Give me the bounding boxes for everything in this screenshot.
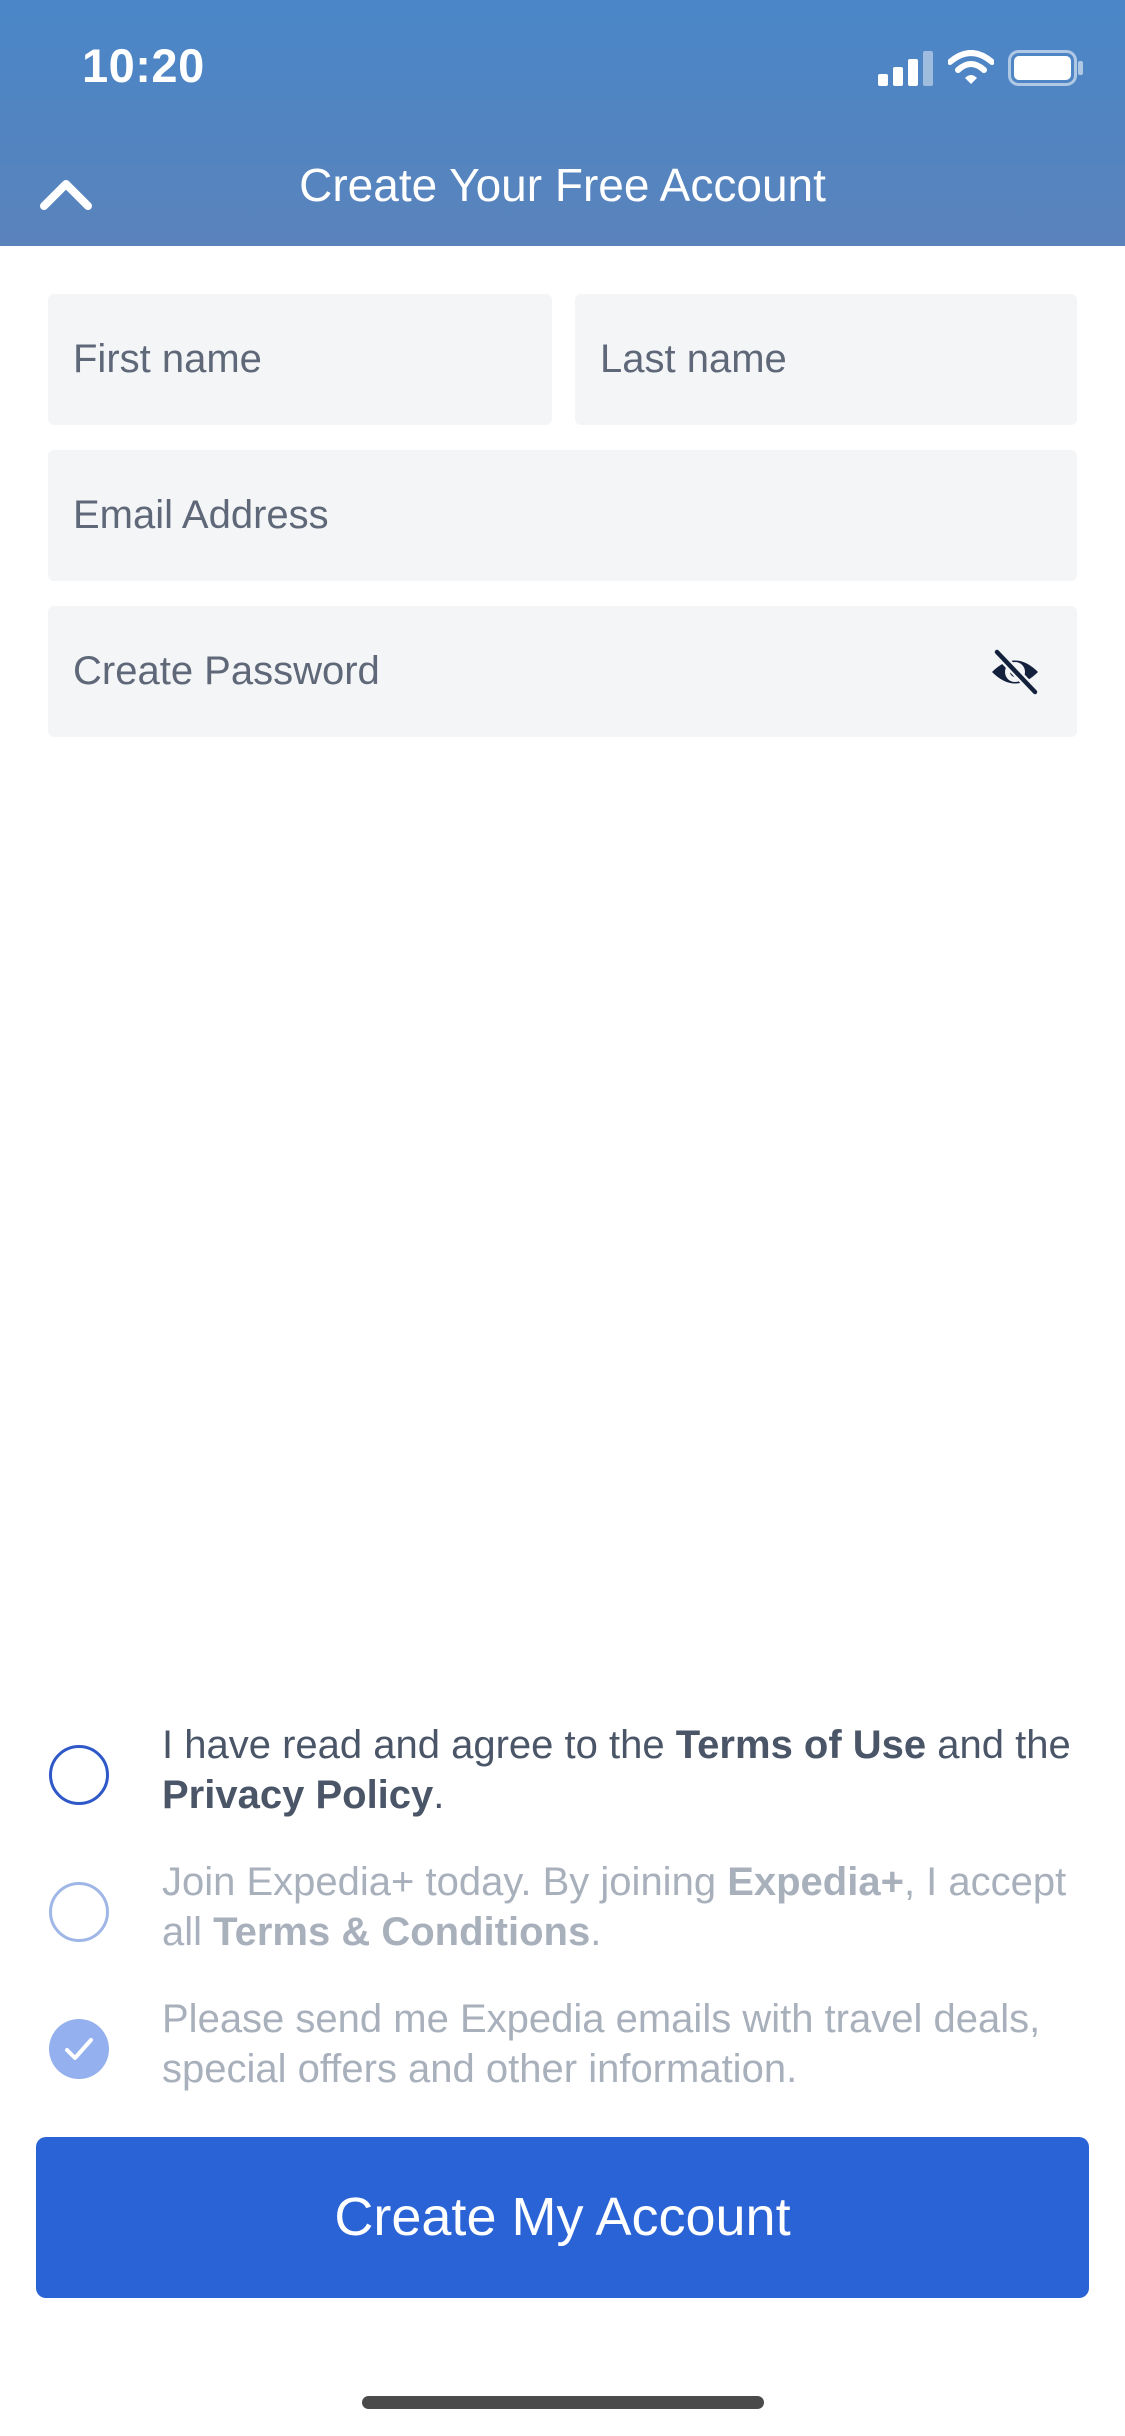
loyalty-checkbox[interactable] — [49, 1882, 109, 1942]
expedia-plus-link[interactable]: Expedia+ — [727, 1860, 904, 1904]
email-optin-text: Please send me Expedia emails with trave… — [162, 1997, 1041, 2091]
home-indicator[interactable] — [362, 2396, 764, 2409]
terms-of-use-link[interactable]: Terms of Use — [676, 1723, 926, 1767]
password-field[interactable] — [48, 606, 1077, 737]
first-name-input[interactable] — [73, 294, 527, 425]
terms-conditions-link[interactable]: Terms & Conditions — [213, 1910, 590, 1954]
terms-checkbox[interactable] — [49, 1745, 109, 1805]
status-time: 10:20 — [82, 39, 205, 92]
privacy-policy-link[interactable]: Privacy Policy — [162, 1773, 433, 1817]
create-account-button[interactable]: Create My Account — [36, 2137, 1089, 2298]
battery-icon — [1008, 50, 1083, 86]
checkmark-icon — [65, 2038, 93, 2060]
email-field[interactable] — [48, 450, 1077, 581]
first-name-field[interactable] — [48, 294, 552, 425]
signal-icon — [878, 51, 933, 86]
terms-agreement-text: I have read and agree to the Terms of Us… — [162, 1723, 1071, 1817]
email-input[interactable] — [73, 450, 1052, 581]
password-input[interactable] — [73, 606, 953, 737]
wifi-icon — [948, 50, 994, 84]
app-header: 10:20 Create Your Free Account — [0, 0, 1125, 246]
page-title: Create Your Free Account — [299, 159, 826, 211]
last-name-field[interactable] — [575, 294, 1077, 425]
last-name-input[interactable] — [600, 294, 1052, 425]
eye-slash-icon[interactable] — [988, 645, 1042, 699]
email-optin-checkbox[interactable] — [49, 2019, 109, 2079]
loyalty-agreement-text: Join Expedia+ today. By joining Expedia+… — [162, 1860, 1067, 1954]
